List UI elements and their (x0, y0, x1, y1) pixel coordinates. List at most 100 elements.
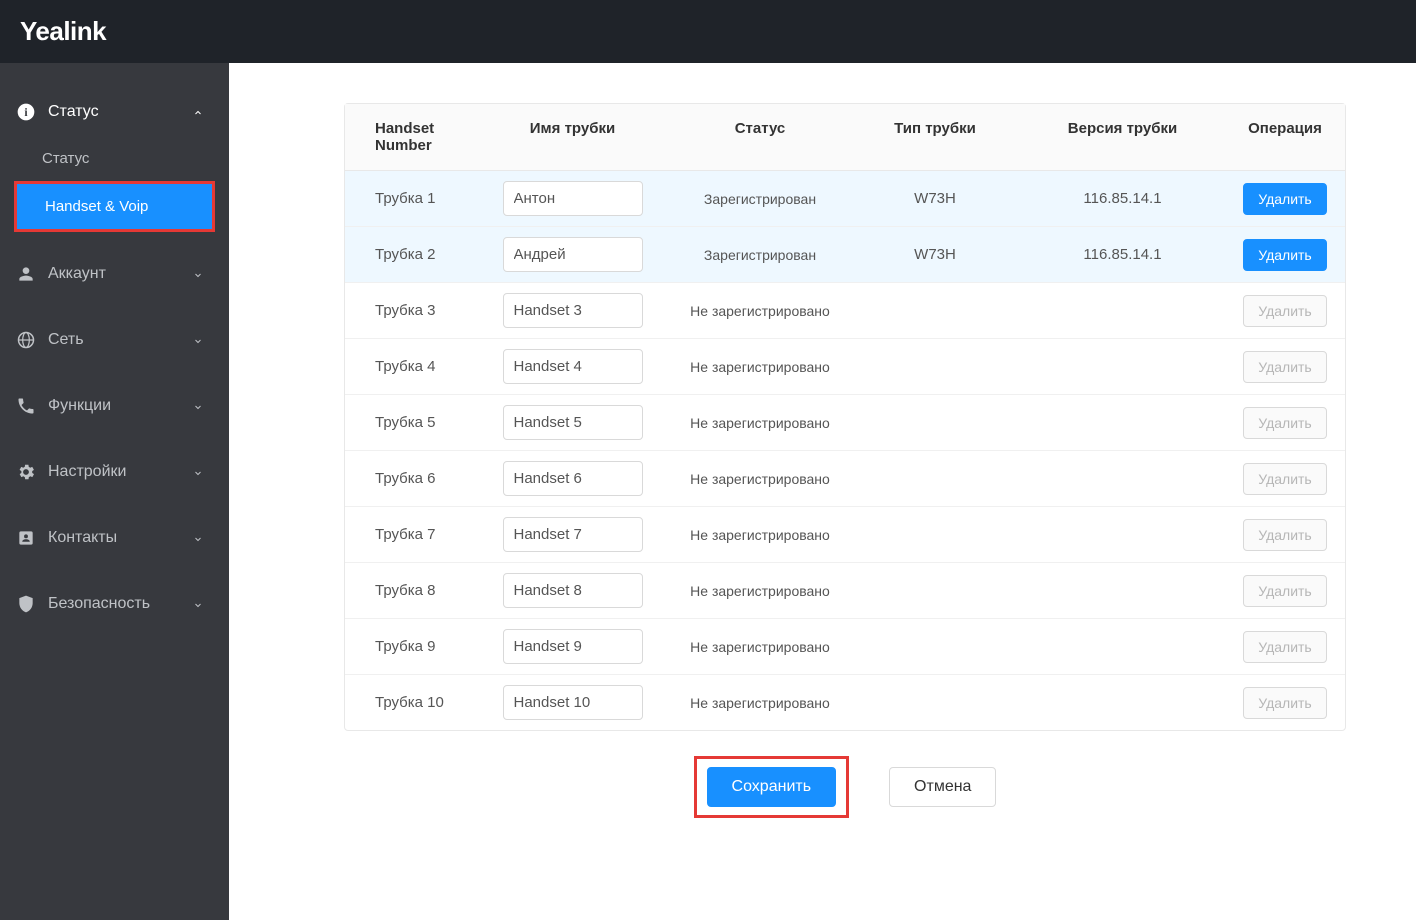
table-row: Трубка 4Не зарегистрированоУдалить (345, 339, 1345, 395)
handset-name-input[interactable] (503, 629, 643, 664)
table-row: Трубка 8Не зарегистрированоУдалить (345, 563, 1345, 619)
cancel-button[interactable]: Отмена (889, 767, 996, 807)
cell-handset-name (475, 349, 670, 384)
chevron-down-icon (192, 334, 204, 346)
delete-button: Удалить (1243, 407, 1326, 439)
sidebar-item-network[interactable]: Сеть (0, 316, 229, 364)
table-row: Трубка 6Не зарегистрированоУдалить (345, 451, 1345, 507)
sidebar-item-features[interactable]: Функции (0, 382, 229, 430)
chevron-down-icon (192, 598, 204, 610)
handset-name-input[interactable] (503, 349, 643, 384)
th-handset-number: Handset Number (345, 120, 475, 154)
cell-status: Не зарегистрировано (670, 639, 850, 655)
cell-handset-number: Трубка 6 (345, 470, 475, 487)
cell-status: Не зарегистрировано (670, 415, 850, 431)
app-header: Yealink (0, 0, 1416, 63)
network-icon (16, 330, 36, 350)
chevron-down-icon (192, 400, 204, 412)
th-status: Статус (670, 120, 850, 154)
chevron-down-icon (192, 268, 204, 280)
cell-operation: Удалить (1225, 687, 1345, 719)
table-row: Трубка 7 Не зарегистрировано Удалить (345, 507, 1345, 563)
handset-name-input[interactable] (503, 293, 643, 328)
cell-handset-name (475, 237, 670, 272)
handset-name-input[interactable] (503, 517, 643, 552)
cell-operation: Удалить (1225, 183, 1345, 215)
account-icon (16, 264, 36, 284)
info-icon: i (16, 102, 36, 122)
sidebar-item-label: Контакты (48, 529, 117, 547)
cell-handset-number: Трубка 5 (345, 414, 475, 431)
th-type: Тип трубки (850, 120, 1020, 154)
phone-icon (16, 396, 36, 416)
delete-button: Удалить (1243, 351, 1326, 383)
cell-handset-name (475, 181, 670, 216)
handset-name-input[interactable] (503, 181, 643, 216)
main-content: Handset Number Имя трубки Статус Тип тру… (229, 63, 1416, 920)
th-version: Версия трубки (1020, 120, 1225, 154)
cell-handset-number: Трубка 4 (345, 358, 475, 375)
delete-button: Удалить (1243, 631, 1326, 663)
sidebar-item-contacts[interactable]: Контакты (0, 514, 229, 562)
table-row: Трубка 9Не зарегистрированоУдалить (345, 619, 1345, 675)
table-row: Трубка 2ЗарегистрированW73H116.85.14.1Уд… (345, 227, 1345, 283)
handset-name-input[interactable] (503, 573, 643, 608)
cell-operation: Удалить (1225, 239, 1345, 271)
cell-status: Зарегистрирован (670, 191, 850, 207)
sidebar-nav: i Статус Статус Handset & Voip Аккаунт (0, 63, 229, 920)
shield-icon (16, 594, 36, 614)
contacts-icon (16, 528, 36, 548)
handset-name-input[interactable] (503, 461, 643, 496)
sidebar-item-label: Аккаунт (48, 265, 106, 283)
cell-status: Не зарегистрировано (670, 527, 850, 543)
cell-version: 116.85.14.1 (1020, 246, 1225, 263)
cell-handset-number: Трубка 1 (345, 190, 475, 207)
cell-type: W73H (850, 246, 1020, 263)
cell-operation: Удалить (1225, 631, 1345, 663)
brand-logo: Yealink (20, 16, 106, 47)
delete-button[interactable]: Удалить (1243, 183, 1326, 215)
sidebar-item-label: Безопасность (48, 595, 150, 613)
cell-status: Не зарегистрировано (670, 303, 850, 319)
highlight-annotation: Handset & Voip (14, 181, 215, 232)
cell-operation: Удалить (1225, 407, 1345, 439)
sidebar-item-settings[interactable]: Настройки (0, 448, 229, 496)
sidebar-subitem-label: Handset & Voip (45, 198, 148, 215)
handset-name-input[interactable] (503, 685, 643, 720)
handset-name-input[interactable] (503, 405, 643, 440)
cell-handset-number: Трубка 7 (345, 526, 475, 543)
sidebar-item-account[interactable]: Аккаунт (0, 250, 229, 298)
cell-handset-number: Трубка 3 (345, 302, 475, 319)
chevron-up-icon (192, 106, 204, 118)
cell-handset-name (475, 405, 670, 440)
save-button[interactable]: Сохранить (707, 767, 837, 807)
delete-button[interactable]: Удалить (1243, 239, 1326, 271)
handset-name-input[interactable] (503, 237, 643, 272)
delete-button: Удалить (1243, 575, 1326, 607)
sidebar-item-label: Функции (48, 397, 111, 415)
cell-operation: Удалить (1225, 463, 1345, 495)
cell-operation: Удалить (1225, 351, 1345, 383)
sidebar-subitem-status[interactable]: Статус (0, 136, 229, 181)
delete-button: Удалить (1243, 519, 1326, 551)
cell-handset-name (475, 293, 670, 328)
sidebar-item-security[interactable]: Безопасность (0, 580, 229, 628)
sidebar-item-label: Сеть (48, 331, 84, 349)
cell-handset-name (475, 685, 670, 720)
sidebar-subitem-label: Статус (42, 150, 89, 167)
sidebar-subitem-handset-voip[interactable]: Handset & Voip (17, 184, 212, 229)
delete-button: Удалить (1243, 295, 1326, 327)
cell-status: Не зарегистрировано (670, 583, 850, 599)
cell-handset-number: Трубка 10 (345, 694, 475, 711)
highlight-annotation: Сохранить (694, 756, 850, 818)
th-name: Имя трубки (475, 120, 670, 154)
sidebar-item-label: Настройки (48, 463, 126, 481)
cell-handset-name (475, 573, 670, 608)
th-operation: Операция (1225, 120, 1345, 154)
cell-handset-number: Трубка 2 (345, 246, 475, 263)
sidebar-item-label: Статус (48, 103, 99, 121)
sidebar-item-status[interactable]: i Статус (0, 88, 229, 136)
table-header-row: Handset Number Имя трубки Статус Тип тру… (345, 104, 1345, 171)
cell-status: Не зарегистрировано (670, 695, 850, 711)
chevron-down-icon (192, 532, 204, 544)
